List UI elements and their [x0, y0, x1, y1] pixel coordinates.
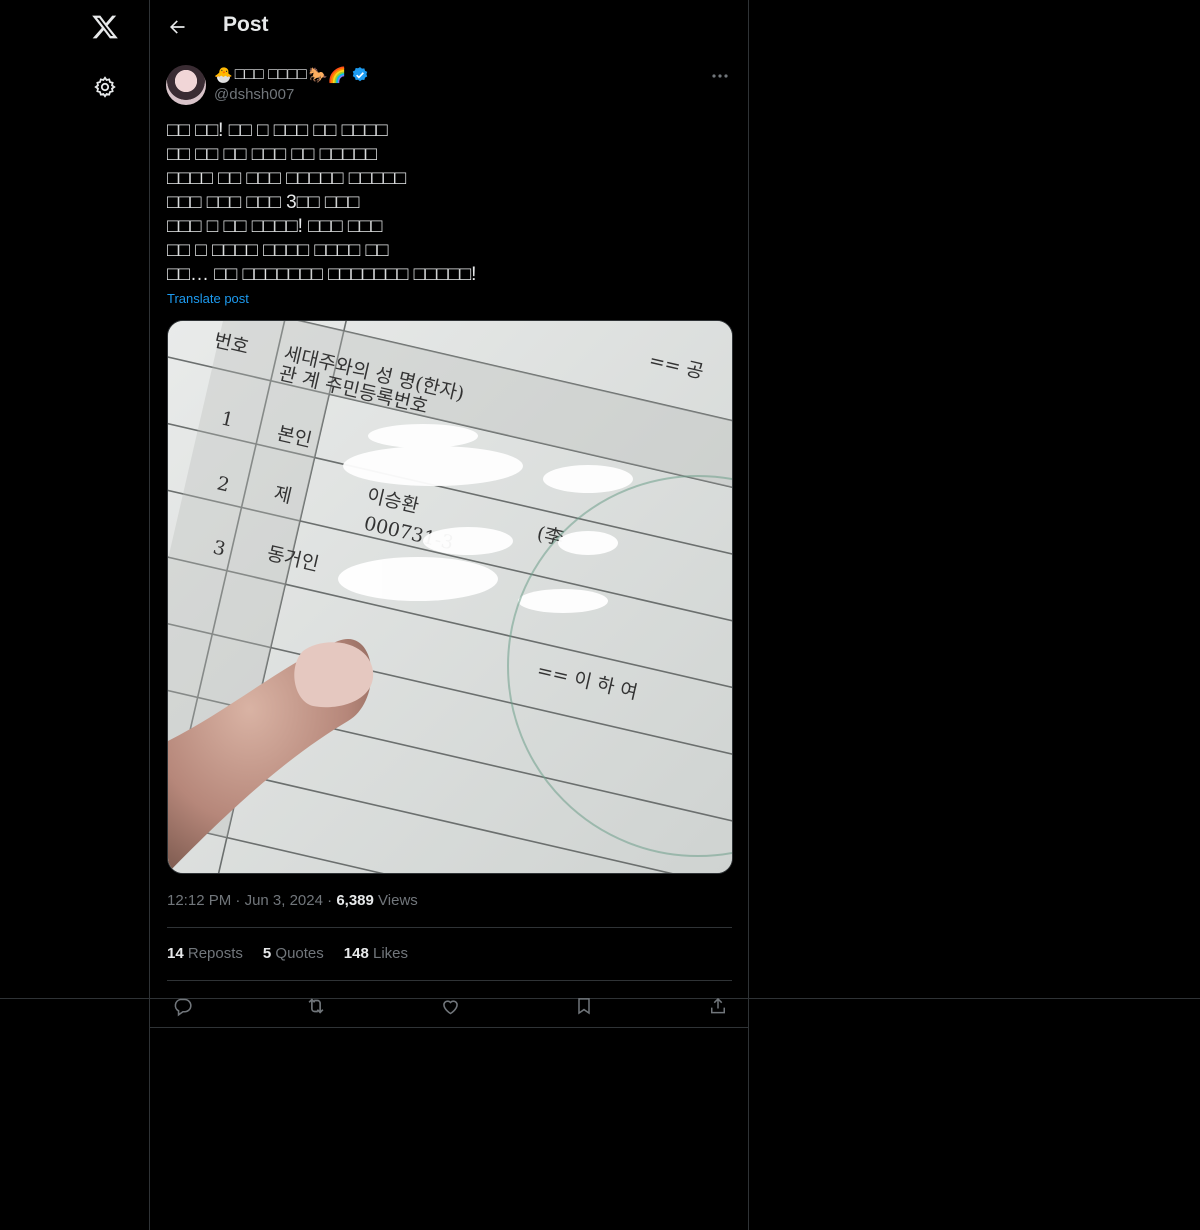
post-text-line: □□□□ □□ □□□ □□□□□ □□□□□	[167, 168, 407, 189]
post-text-line: □□ □□ □□ □□□ □□ □□□□□	[167, 144, 378, 165]
reposts-stat[interactable]: 14 Reposts	[167, 945, 243, 962]
likes-stat[interactable]: 148 Likes	[344, 945, 408, 962]
post-text-line: □□ □ □□□□ □□□□ □□□□ □□	[167, 240, 389, 261]
column-bottom-border	[150, 1027, 748, 1028]
post-actions	[167, 992, 732, 1020]
author-name-row[interactable]: 🐣 □□□ □□□□ 🐎🌈	[214, 64, 369, 86]
divider	[167, 980, 732, 981]
reposts-count: 14	[167, 945, 184, 962]
views-label: Views	[378, 892, 418, 909]
page-title: Post	[223, 13, 269, 36]
verified-badge-icon	[351, 66, 369, 84]
post-date[interactable]: Jun 3, 2024	[245, 892, 323, 909]
share-icon[interactable]	[706, 994, 730, 1018]
left-nav	[0, 0, 149, 1230]
bookmark-icon[interactable]	[572, 994, 596, 1018]
post-header: Post	[150, 0, 748, 54]
author-display-name[interactable]: □□□ □□□□	[235, 66, 307, 84]
meta-separator: ·	[235, 892, 241, 909]
meta-separator: ·	[327, 892, 333, 909]
author-handle[interactable]: @dshsh007	[214, 86, 294, 103]
like-icon[interactable]	[438, 994, 462, 1018]
views-count: 6,389	[336, 892, 374, 909]
document-photo: 번호 세대주와의 성 명(한자) 관 계 주민등록번호 == 공 1 본인 2 …	[168, 321, 732, 873]
translate-post-link[interactable]: Translate post	[167, 291, 249, 306]
reply-icon[interactable]	[170, 994, 194, 1018]
post-text-line: □□□ □□□ □□□ 3□□ □□□	[167, 192, 360, 213]
quotes-count: 5	[262, 945, 272, 962]
x-logo-icon[interactable]	[89, 11, 121, 43]
post-text-line: □□□ □ □□ □□□□! □□□ □□□	[167, 216, 383, 237]
post-image[interactable]: 번호 세대주와의 성 명(한자) 관 계 주민등록번호 == 공 1 본인 2 …	[167, 320, 733, 874]
main-column: Post 🐣 □□□ □□□□ 🐎🌈 @dshsh007 □□ □□! □□ □…	[149, 0, 749, 1230]
post-text-line: □□… □□ □□□□□□□ □□□□□□□ □□□□□!	[167, 264, 477, 285]
repost-icon[interactable]	[304, 994, 328, 1018]
quotes-stat[interactable]: 5 Quotes	[263, 945, 324, 962]
quotes-label: Quotes	[275, 945, 324, 962]
post-time[interactable]: 12:12 PM	[167, 892, 231, 909]
post-stats: 14 Reposts 5 Quotes 148 Likes	[167, 945, 408, 962]
horse-rainbow-emoji: 🐎🌈	[308, 66, 347, 84]
post-meta: 12:12 PM · Jun 3, 2024 · 6,389 Views	[167, 892, 418, 909]
post-text-line: □□ □□! □□ □ □□□ □□ □□□□	[167, 120, 388, 141]
more-options-icon[interactable]	[708, 66, 732, 86]
gear-icon[interactable]	[91, 73, 119, 101]
post-text: □□ □□! □□ □ □□□ □□ □□□□ □□ □□ □□ □□□ □□ …	[167, 119, 727, 287]
likes-label: Likes	[372, 945, 409, 962]
post-author: 🐣 □□□ □□□□ 🐎🌈 @dshsh007	[166, 64, 732, 108]
chick-emoji: 🐣	[214, 66, 233, 84]
avatar[interactable]	[166, 65, 206, 105]
divider	[167, 927, 732, 928]
back-arrow-icon[interactable]	[164, 14, 190, 40]
reposts-label: Reposts	[187, 945, 243, 962]
likes-count: 148	[343, 945, 369, 962]
